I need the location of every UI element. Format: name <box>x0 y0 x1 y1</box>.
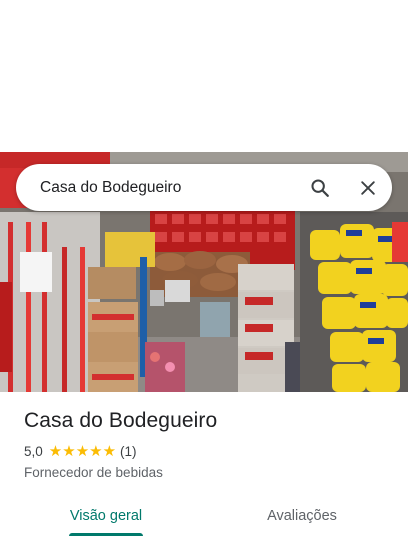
search-input[interactable] <box>16 164 296 211</box>
close-icon <box>361 180 375 195</box>
search-button[interactable] <box>296 164 344 211</box>
place-category: Fornecedor de bebidas <box>24 465 163 480</box>
review-count[interactable]: (1) <box>120 444 137 459</box>
close-button[interactable] <box>344 164 392 211</box>
star-icon: ★ <box>102 443 117 460</box>
tab-overview[interactable]: Visão geral <box>54 496 158 536</box>
star-icon: ★ <box>48 443 63 460</box>
place-title: Casa do Bodegueiro <box>24 409 218 432</box>
search-bar[interactable] <box>16 164 392 211</box>
tab-reviews[interactable]: Avaliações <box>250 496 354 536</box>
star-icon: ★ <box>89 443 103 460</box>
rating-row[interactable]: 5,0 ★ ★ ★ ★ ★ (1) <box>24 444 137 459</box>
star-icon: ★ <box>75 443 90 460</box>
star-icon: ★ <box>62 443 76 460</box>
map-blank-area <box>0 0 408 152</box>
active-tab-indicator <box>69 533 143 536</box>
star-rating: ★ ★ ★ ★ ★ <box>49 444 116 459</box>
rating-value: 5,0 <box>24 444 43 459</box>
search-icon <box>311 178 329 197</box>
place-tabs: Visão geral Avaliações <box>0 496 408 544</box>
